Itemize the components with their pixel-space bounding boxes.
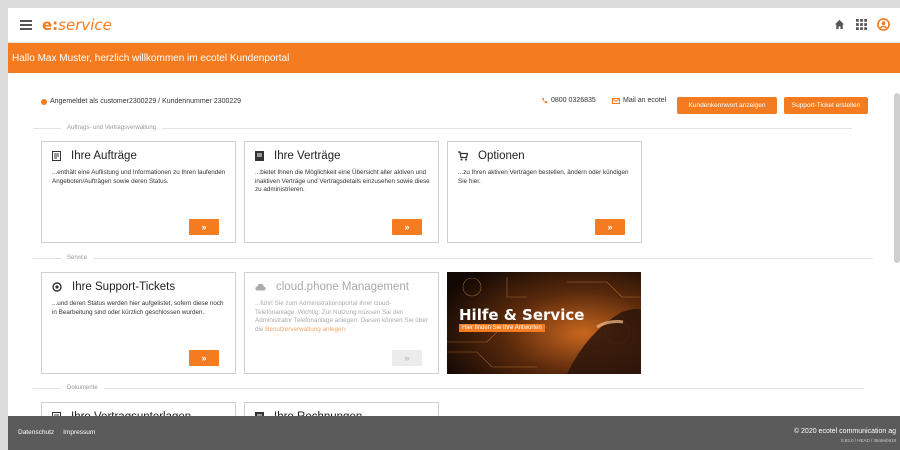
copyright: © 2020 ecotel communication ag xyxy=(793,428,896,435)
help-service-banner[interactable]: Hilfe & Service Hier finden Sie Ihre Ant… xyxy=(447,272,641,374)
card-options-desc: ...zu Ihren aktiven Verträgen bestellen,… xyxy=(458,169,629,185)
card-cloud-desc: ...führt Sie zum Administrationsportal I… xyxy=(255,300,428,333)
mail-contact[interactable]: Mail an ecotel xyxy=(612,97,666,104)
mail-icon xyxy=(612,97,620,104)
card-orders[interactable]: Ihre Aufträge ...enthält eine Auflistung… xyxy=(41,141,236,243)
imprint-link[interactable]: Impressum xyxy=(63,429,95,436)
card-tickets-desc: ...und deren Status werden hier aufgelis… xyxy=(52,300,224,316)
phone-icon xyxy=(541,97,548,104)
open-cloud-button: » xyxy=(392,350,422,366)
card-contracts[interactable]: Ihre Verträge ...bietet Ihnen die Möglic… xyxy=(244,141,439,243)
apps-grid-icon[interactable] xyxy=(854,17,868,31)
user-icon[interactable] xyxy=(876,17,890,31)
card-contracts-desc: ...bietet Ihnen die Möglichkeit eine Übe… xyxy=(255,169,430,193)
document-list-icon xyxy=(52,151,61,161)
card-contracts-title: Ihre Verträge xyxy=(274,150,341,162)
home-icon[interactable] xyxy=(832,17,846,31)
card-orders-desc: ...enthält eine Auflistung und Informati… xyxy=(52,169,226,185)
app-window: e:service Hallo Max Muster, herzlich wil… xyxy=(8,8,900,450)
section-contracts: Auftrags- und Vertragsverwaltung xyxy=(33,123,853,133)
privacy-link[interactable]: Datenschutz xyxy=(18,429,54,436)
promo-title: Hilfe & Service xyxy=(459,306,585,324)
open-contracts-button[interactable]: » xyxy=(392,219,422,235)
card-options-title: Optionen xyxy=(478,150,525,162)
user-management-link[interactable]: Benutzerverwaltung anlegen. xyxy=(265,326,347,333)
card-cloud-title: cloud.phone Management xyxy=(276,281,409,293)
version-info: 0.93.0 / HEAD / 3646eb918 xyxy=(840,438,896,443)
card-tickets-title: Ihre Support-Tickets xyxy=(72,281,176,293)
section-documents: Dokumente xyxy=(33,383,864,393)
show-password-button[interactable]: Kundenkennwort anzeigen xyxy=(677,97,777,114)
card-cloud-phone: cloud.phone Management ...führt Sie zum … xyxy=(244,272,439,374)
open-orders-button[interactable]: » xyxy=(189,219,219,235)
create-ticket-button[interactable]: Support-Ticket erstellen xyxy=(784,97,868,114)
promo-subtitle: Hier finden Sie Ihre Antworten xyxy=(459,324,545,332)
cloud-icon xyxy=(255,283,266,291)
scrollbar[interactable] xyxy=(894,93,900,263)
card-orders-title: Ihre Aufträge xyxy=(71,150,137,162)
welcome-banner: Hallo Max Muster, herzlich willkommen im… xyxy=(8,43,900,73)
open-tickets-button[interactable]: » xyxy=(189,350,219,366)
top-bar: e:service xyxy=(8,8,900,43)
open-options-button[interactable]: » xyxy=(595,219,625,235)
support-icon xyxy=(52,282,62,292)
card-support-tickets[interactable]: Ihre Support-Tickets ...und deren Status… xyxy=(41,272,236,374)
phone-contact[interactable]: 0800 0326835 xyxy=(541,97,596,104)
login-info: Angemeldet als customer2300229 / Kundenn… xyxy=(41,98,241,105)
logo[interactable]: e:service xyxy=(42,16,112,34)
main-content: Angemeldet als customer2300229 / Kundenn… xyxy=(8,73,900,432)
cart-icon xyxy=(458,151,468,161)
top-icons xyxy=(832,17,890,31)
login-info-text: Angemeldet als customer2300229 / Kundenn… xyxy=(50,98,242,105)
section-service: Service xyxy=(33,253,874,263)
footer: Datenschutz Impressum © 2020 ecotel comm… xyxy=(8,416,900,450)
card-options[interactable]: Optionen ...zu Ihren aktiven Verträgen b… xyxy=(447,141,642,243)
contract-icon xyxy=(255,151,264,161)
user-info-icon xyxy=(41,98,47,105)
menu-icon[interactable] xyxy=(20,20,32,30)
